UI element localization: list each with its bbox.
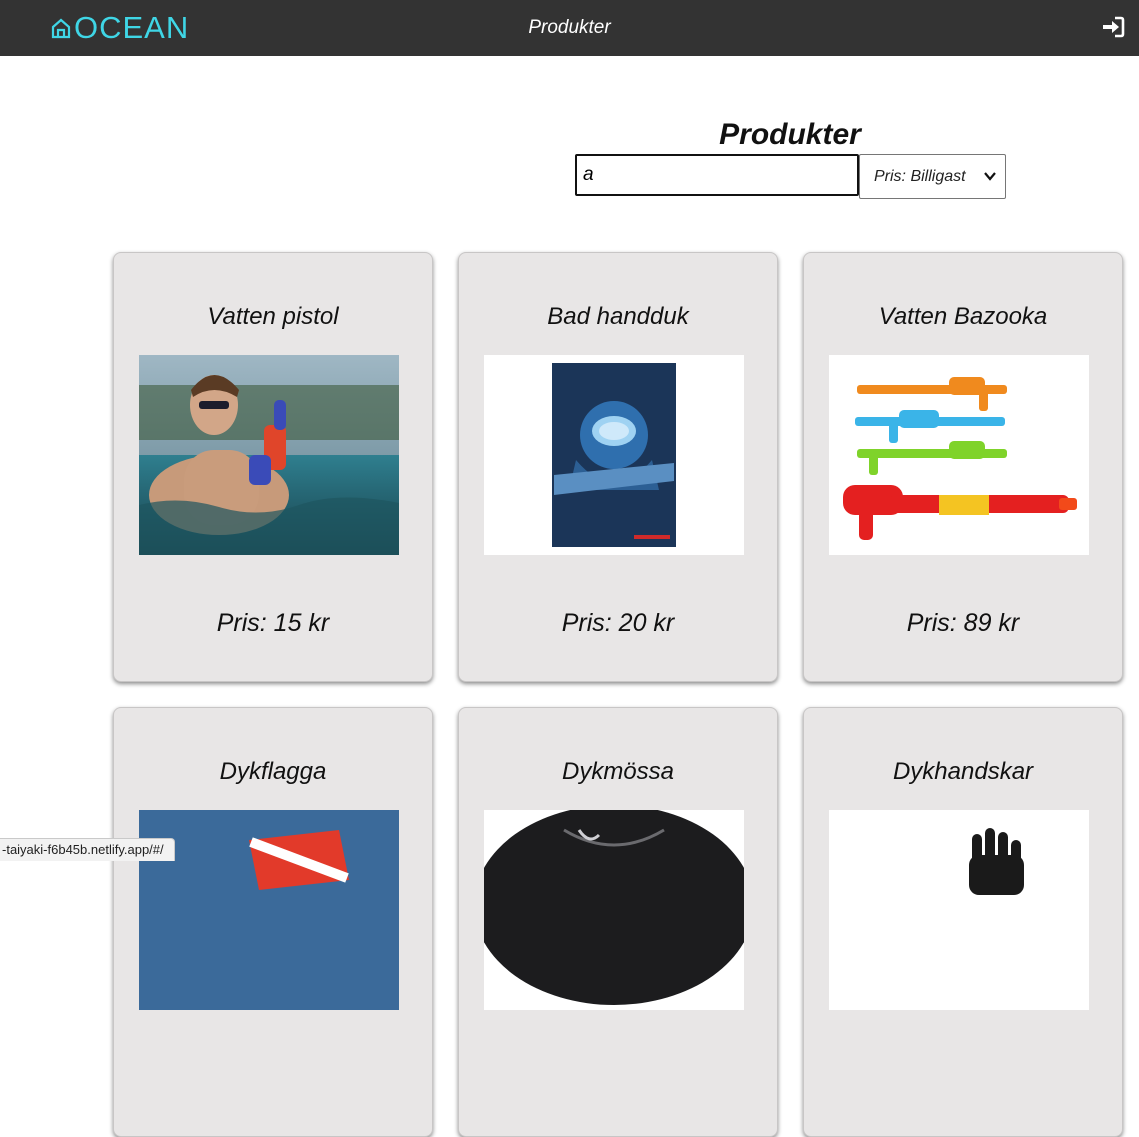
product-name: Bad handduk <box>547 303 689 330</box>
navbar: OCEAN Produkter <box>0 0 1139 56</box>
product-image <box>139 810 399 1010</box>
sort-selected-value: Pris: Billigast <box>874 167 966 185</box>
nav-title: Produkter <box>528 17 611 38</box>
product-price: Pris: 89 kr <box>906 609 1020 637</box>
product-image <box>484 355 744 555</box>
product-name: Vatten pistol <box>207 303 339 330</box>
product-image <box>829 355 1089 555</box>
product-name: Vatten Bazooka <box>878 303 1048 330</box>
chevron-down-icon <box>984 172 996 181</box>
product-card[interactable]: Vatten Bazooka Pris: 89 kr <box>803 252 1123 682</box>
product-card[interactable]: Dykflagga <box>113 707 433 1137</box>
product-image <box>139 355 399 555</box>
product-name: Dykflagga <box>219 758 327 785</box>
product-name: Dykhandskar <box>892 758 1034 785</box>
page-title: Produkter <box>719 118 861 151</box>
product-name: Dykmössa <box>561 758 675 785</box>
sort-select[interactable]: Pris: Billigast <box>859 154 1006 199</box>
product-image <box>484 810 744 1010</box>
product-image <box>829 810 1089 1010</box>
product-price: Pris: 15 kr <box>216 609 330 637</box>
product-card[interactable]: Vatten pistol Pris: 15 kr <box>113 252 433 682</box>
product-price: Pris: 20 kr <box>561 609 675 637</box>
search-input[interactable] <box>575 154 859 196</box>
product-card[interactable]: Bad handduk Pris: 20 kr <box>458 252 778 682</box>
status-bar-url: -taiyaki-f6b45b.netlify.app/#/ <box>0 838 175 861</box>
sign-in-icon[interactable] <box>1101 15 1125 39</box>
product-card[interactable]: Dykhandskar <box>803 707 1123 1137</box>
product-card[interactable]: Dykmössa <box>458 707 778 1137</box>
